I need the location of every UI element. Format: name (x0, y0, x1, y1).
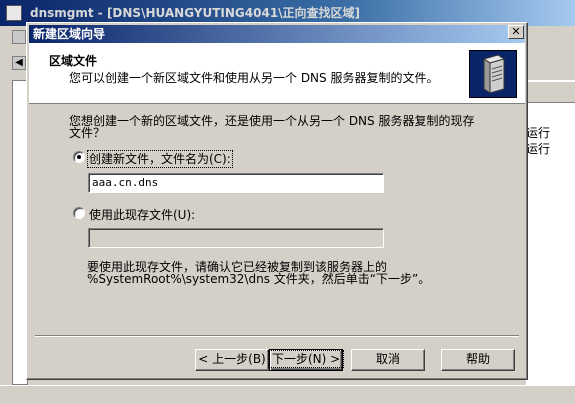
wizard-header: 区域文件 您可以创建一个新区域文件和使用从另一个 DNS 服务器复制的文件。 (29, 43, 525, 104)
menu-app-icon[interactable] (12, 30, 26, 44)
next-button[interactable]: 下一步(N) > (267, 349, 345, 371)
back-arrow-icon[interactable]: ◀ (12, 56, 26, 70)
status-bar (0, 385, 575, 404)
create-new-label-text: 创建新文件，文件名为(C): (87, 150, 233, 168)
help-button[interactable]: 帮助 (441, 349, 515, 371)
dialog-title: 新建区域向导 (29, 25, 525, 43)
details-column-header[interactable] (526, 82, 575, 103)
close-icon: ✕ (511, 25, 521, 38)
page-title: 区域文件 (49, 54, 98, 68)
radio-selected-dot (77, 155, 81, 159)
new-zone-wizard-dialog: 新建区域向导 ✕ 区域文件 您可以创建一个新区域文件和使用从另一个 DNS 服务… (26, 22, 528, 380)
page-subtitle: 您可以创建一个新区域文件和使用从另一个 DNS 服务器复制的文件。 (69, 71, 439, 85)
create-new-radio[interactable] (73, 151, 85, 163)
existing-filename-input[interactable] (88, 228, 384, 248)
cancel-button[interactable]: 取消 (351, 349, 425, 371)
status-cell: 运行 (526, 126, 551, 140)
new-zone-filename-input[interactable]: aaa.cn.dns (88, 173, 384, 193)
question-text-line2: 文件？ (69, 126, 106, 140)
next-button-label: 下一步(N) > (267, 350, 345, 368)
question-text-line1: 您想创建一个新的区域文件，还是使用一个从另一个 DNS 服务器复制的现存 (69, 114, 475, 128)
back-button[interactable]: < 上一步(B) (195, 349, 269, 371)
mmc-app-icon (6, 5, 22, 21)
use-existing-radio[interactable] (73, 207, 85, 219)
use-existing-label[interactable]: 使用此现存文件(U): (89, 206, 195, 223)
server-icon (469, 50, 517, 98)
close-button[interactable]: ✕ (508, 25, 524, 39)
create-new-label[interactable]: 创建新文件，文件名为(C): (87, 150, 233, 168)
note-text-line2: %SystemRoot%\system32\dns 文件夹，然后单击“下一步”。 (87, 272, 431, 286)
status-cell: 运行 (526, 142, 551, 156)
button-separator (35, 335, 519, 337)
